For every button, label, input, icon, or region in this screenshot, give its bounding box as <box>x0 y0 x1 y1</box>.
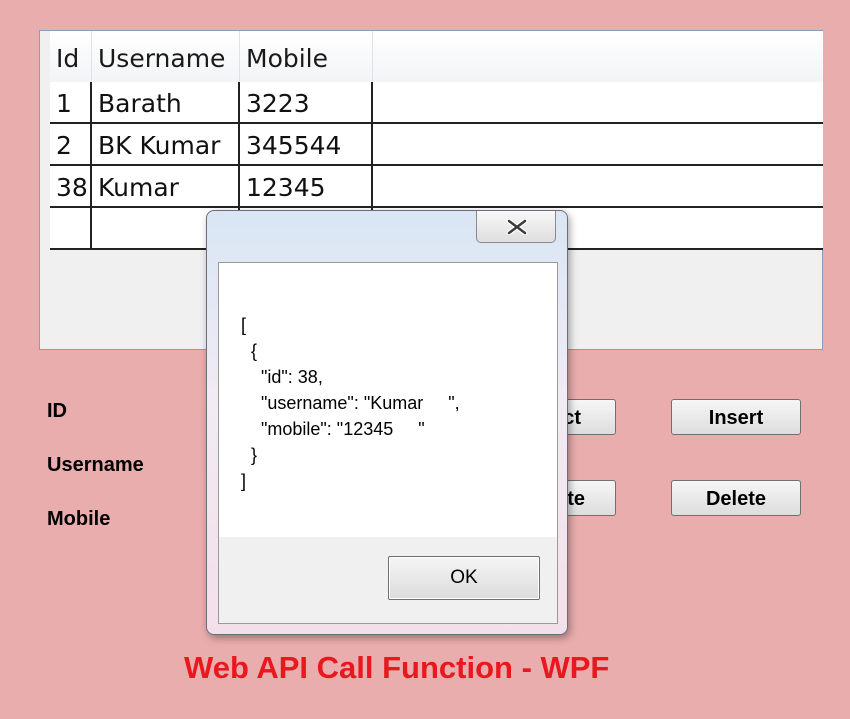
mobile-label: Mobile <box>47 508 111 530</box>
cell-username[interactable]: BK Kumar <box>92 124 240 164</box>
cell-id[interactable]: 38 <box>50 166 92 206</box>
column-header-id[interactable]: Id <box>50 31 92 82</box>
message-box-content: [ { "id": 38, "username": "Kumar ", "mob… <box>218 262 558 624</box>
cell-id[interactable]: 2 <box>50 124 92 164</box>
message-box-footer: OK <box>219 537 557 623</box>
cell-mobile[interactable]: 12345 <box>240 166 373 206</box>
table-row[interactable]: 2 BK Kumar 345544 <box>50 124 823 166</box>
ok-button[interactable]: OK <box>388 556 540 600</box>
table-row[interactable]: 1 Barath 3223 <box>50 82 823 124</box>
insert-button[interactable]: Insert <box>671 399 801 435</box>
message-box-dialog: [ { "id": 38, "username": "Kumar ", "mob… <box>206 210 568 635</box>
column-header-mobile[interactable]: Mobile <box>240 31 373 82</box>
column-header-username[interactable]: Username <box>92 31 240 82</box>
cell-mobile[interactable]: 3223 <box>240 82 373 122</box>
cell-mobile[interactable]: 345544 <box>240 124 373 164</box>
page-title: Web API Call Function - WPF <box>184 650 610 685</box>
table-row[interactable]: 38 Kumar 12345 <box>50 166 823 208</box>
cell-id[interactable] <box>50 208 92 248</box>
delete-button[interactable]: Delete <box>671 480 801 516</box>
username-label: Username <box>47 454 144 476</box>
close-button[interactable] <box>476 211 556 243</box>
cell-username[interactable]: Barath <box>92 82 240 122</box>
cell-username[interactable]: Kumar <box>92 166 240 206</box>
grid-header: Id Username Mobile <box>50 31 823 83</box>
message-text: [ { "id": 38, "username": "Kumar ", "mob… <box>241 315 460 491</box>
cell-id[interactable]: 1 <box>50 82 92 122</box>
close-icon <box>506 219 528 235</box>
id-label: ID <box>47 400 67 422</box>
